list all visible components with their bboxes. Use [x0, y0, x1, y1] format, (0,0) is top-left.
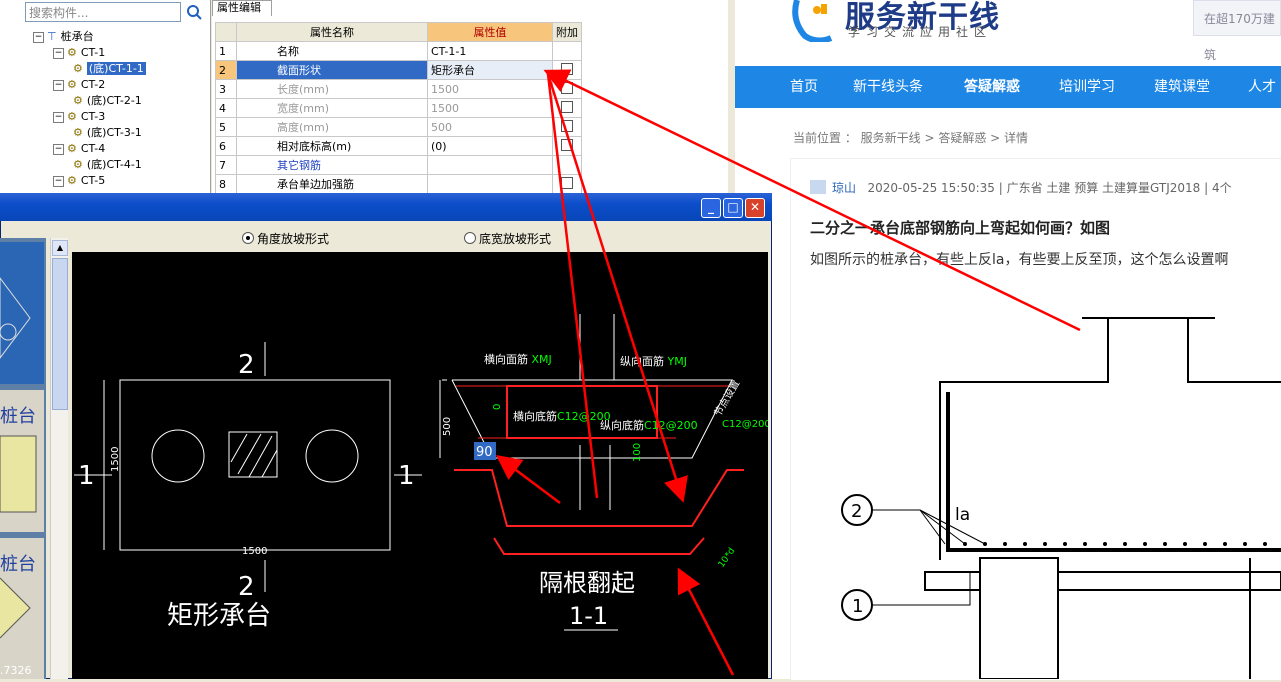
annotation-arrow-3 — [546, 73, 599, 499]
annotation-arrow-2 — [546, 73, 688, 503]
annotation-arrow-1 — [543, 69, 1081, 332]
annotation-arrow-5 — [677, 567, 735, 676]
annotation-arrow-4 — [496, 455, 561, 504]
annotation-overlay — [496, 69, 1081, 676]
